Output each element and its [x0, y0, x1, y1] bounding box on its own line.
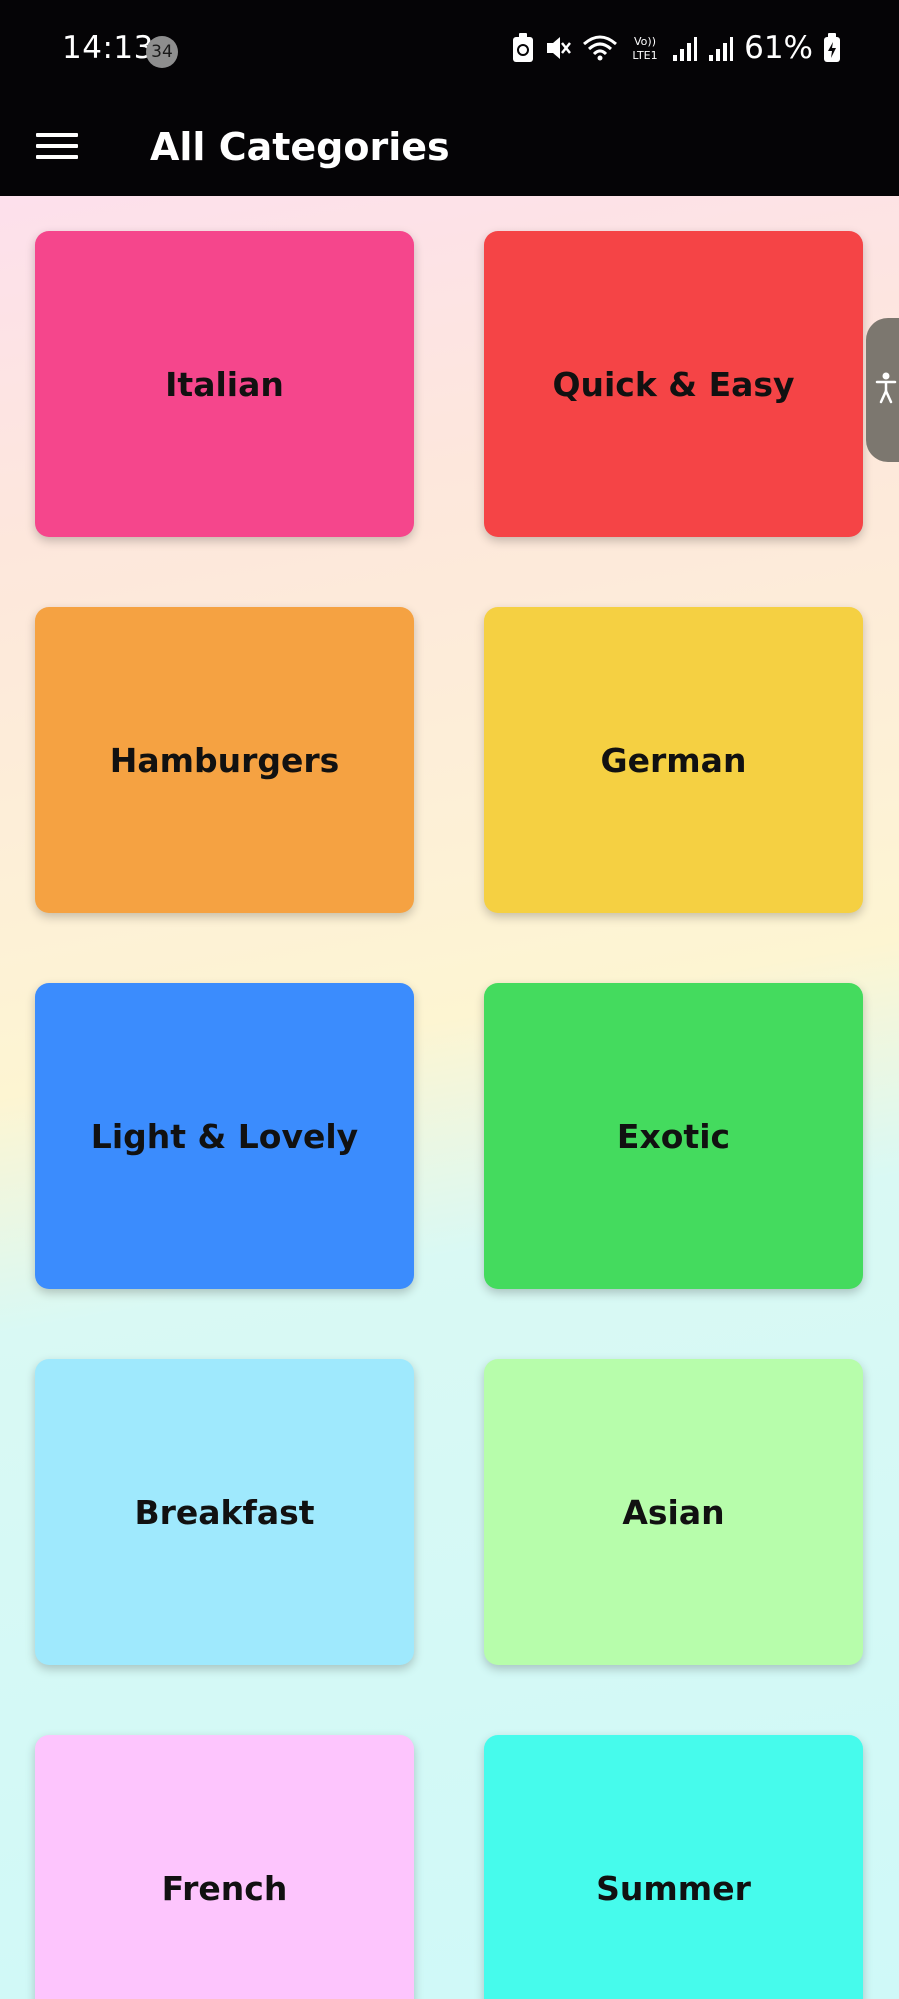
svg-text:LTE1: LTE1 — [632, 49, 657, 62]
category-tile-italian[interactable]: Italian — [35, 231, 414, 537]
category-label: Light & Lovely — [90, 1116, 359, 1156]
category-tile-breakfast[interactable]: Breakfast — [35, 1359, 414, 1665]
category-label: Breakfast — [134, 1492, 315, 1532]
wifi-icon — [582, 33, 618, 63]
category-label: French — [161, 1868, 288, 1908]
category-tile-summer[interactable]: Summer — [484, 1735, 863, 1999]
menu-button[interactable] — [22, 118, 92, 178]
mute-icon — [544, 33, 572, 63]
category-label: German — [600, 740, 747, 780]
svg-text:Vo)): Vo)) — [634, 35, 656, 48]
notification-count-badge: 34 — [146, 36, 178, 68]
category-tile-german[interactable]: German — [484, 607, 863, 913]
status-bar: 14:13 34 Vo)) LTE1 61% — [0, 0, 899, 100]
category-tile-french[interactable]: French — [35, 1735, 414, 1999]
category-label: Italian — [165, 364, 284, 404]
status-icons: Vo)) LTE1 61% — [512, 26, 841, 70]
category-tile-exotic[interactable]: Exotic — [484, 983, 863, 1289]
category-label: Summer — [596, 1868, 751, 1908]
category-label: Quick & Easy — [552, 364, 795, 404]
category-label: Asian — [622, 1492, 725, 1532]
battery-charging-icon — [823, 33, 841, 63]
category-tile-asian[interactable]: Asian — [484, 1359, 863, 1665]
app-bar: All Categories — [0, 100, 899, 196]
status-time: 14:13 — [62, 30, 154, 66]
signal-icon — [672, 33, 698, 63]
category-tile-quick-easy[interactable]: Quick & Easy — [484, 231, 863, 537]
page-title: All Categories — [150, 125, 450, 169]
accessibility-icon — [875, 371, 897, 409]
volte-icon: Vo)) LTE1 — [628, 33, 662, 63]
signal-icon — [708, 33, 734, 63]
recycle-battery-icon — [512, 33, 534, 63]
accessibility-button[interactable] — [866, 318, 899, 462]
battery-percent: 61% — [744, 30, 813, 66]
category-tile-hamburgers[interactable]: Hamburgers — [35, 607, 414, 913]
category-tile-light-lovely[interactable]: Light & Lovely — [35, 983, 414, 1289]
hamburger-menu-icon — [36, 131, 78, 165]
category-label: Hamburgers — [109, 740, 340, 780]
category-label: Exotic — [616, 1116, 731, 1156]
categories-grid: Italian Quick & Easy Hamburgers German L… — [0, 196, 899, 1999]
